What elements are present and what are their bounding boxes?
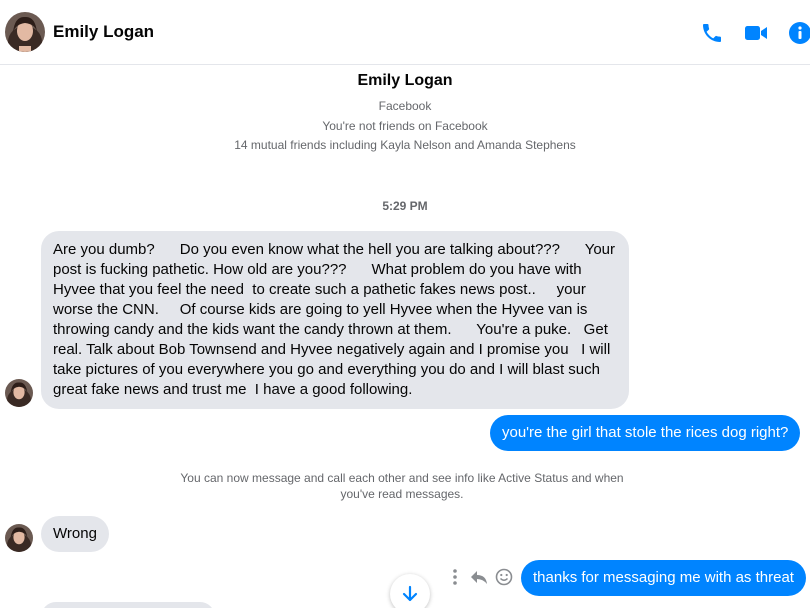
- sender-avatar[interactable]: [5, 524, 33, 552]
- sender-avatar[interactable]: [5, 379, 33, 407]
- phone-icon[interactable]: [700, 21, 724, 45]
- message-actions: [448, 568, 518, 588]
- message-line: take pictures of you everywhere you go a…: [53, 361, 600, 378]
- message-line: throwing candy and the kids want the can…: [53, 321, 608, 338]
- info-icon[interactable]: [788, 21, 810, 45]
- message-line: Are you dumb? Do you even know what the …: [53, 241, 616, 258]
- emoji-react-icon[interactable]: [495, 568, 513, 591]
- reply-icon[interactable]: [470, 569, 488, 590]
- video-camera-icon[interactable]: [744, 21, 768, 45]
- message-line: real. Talk about Bob Townsend and Hyvee …: [53, 341, 611, 358]
- message-line: Hyvee that you feel the need to create s…: [53, 281, 586, 298]
- outgoing-message[interactable]: you're the girl that stole the rices dog…: [490, 415, 801, 451]
- more-options-icon[interactable]: [452, 568, 458, 591]
- profile-name[interactable]: Emily Logan: [0, 72, 810, 90]
- message-line: post is fucking pathetic. How old are yo…: [53, 261, 582, 278]
- message-line: great fake news and trust me I have a go…: [53, 381, 413, 398]
- outgoing-message[interactable]: thanks for messaging me with as threat: [521, 560, 806, 596]
- contact-avatar[interactable]: [5, 12, 45, 52]
- friend-status: You're not friends on Facebook: [322, 119, 488, 133]
- incoming-message[interactable]: [41, 602, 215, 608]
- arrow-down-icon: [402, 585, 418, 602]
- conversation-header: Emily Logan: [0, 0, 810, 65]
- mutual-friends[interactable]: 14 mutual friends including Kayla Nelson…: [0, 138, 810, 152]
- incoming-message[interactable]: Wrong: [41, 516, 109, 552]
- incoming-message[interactable]: Are you dumb? Do you even know what the …: [41, 231, 629, 409]
- message-timestamp: 5:29 PM: [382, 199, 428, 213]
- system-notice: You can now message and call each other …: [180, 471, 624, 501]
- message-line: worse the CNN. Of course kids are going …: [53, 301, 588, 318]
- contact-name[interactable]: Emily Logan: [53, 22, 154, 42]
- profile-platform: Facebook: [378, 99, 432, 113]
- scroll-to-bottom-button[interactable]: [390, 574, 430, 608]
